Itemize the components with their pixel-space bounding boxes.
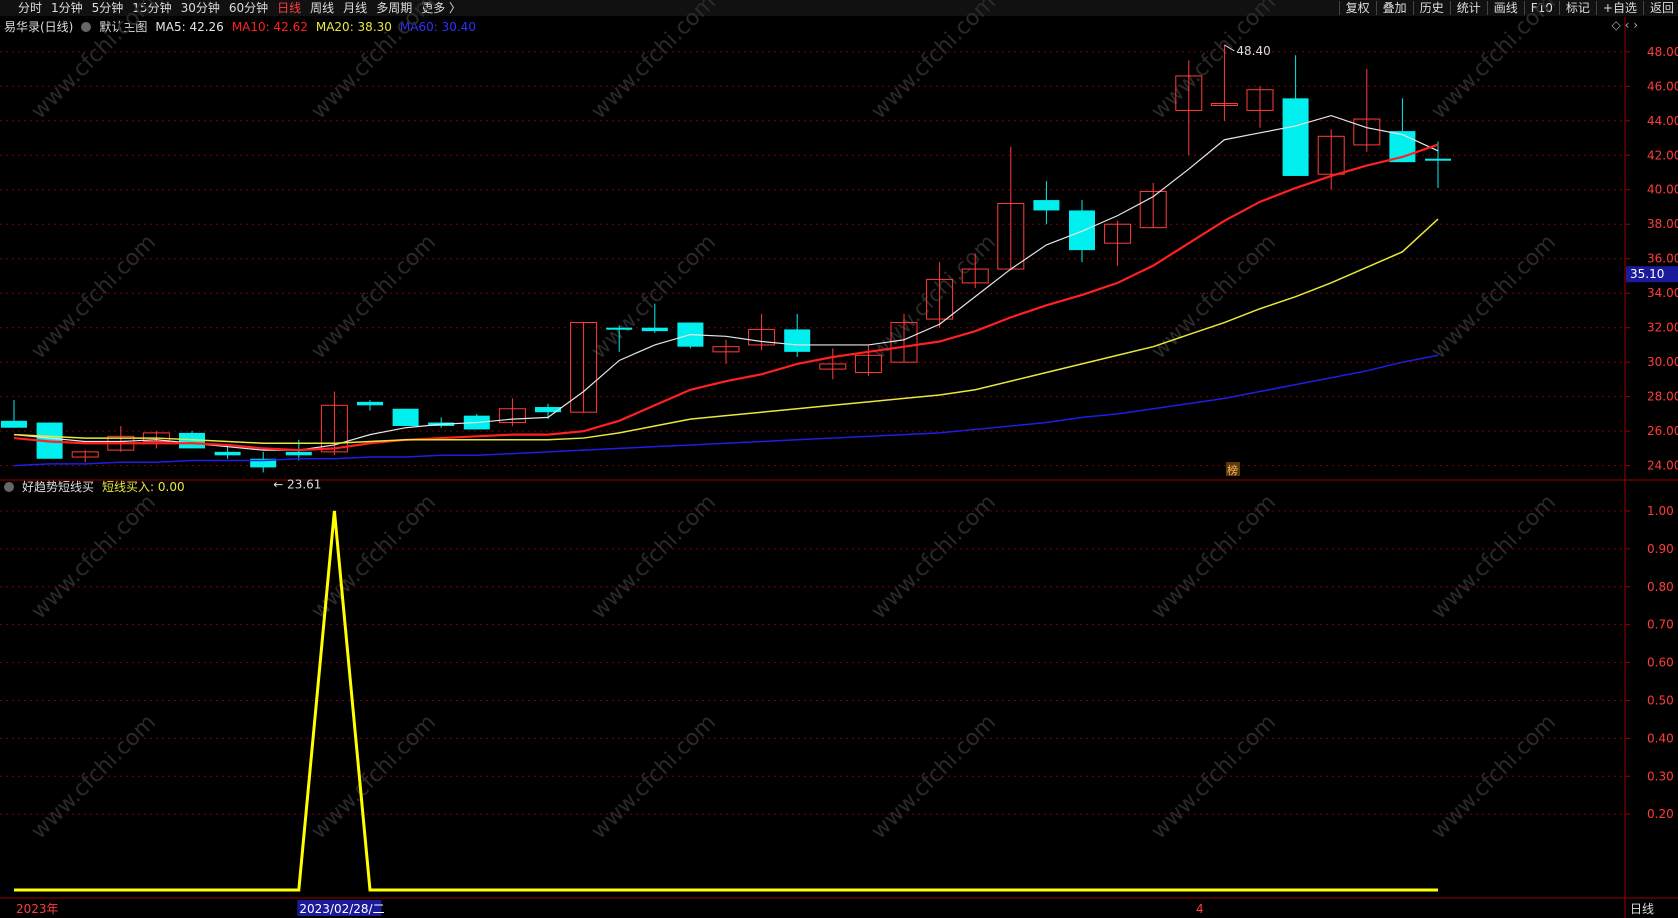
watermark-text: www.cfchi.com [1147,710,1281,844]
price-tick-label: 48.00 [1647,45,1678,59]
indicator-tick-label: 0.50 [1647,693,1674,707]
price-tick-label: 30.00 [1647,355,1678,369]
candle-body [1069,210,1095,251]
candle-body [392,408,419,426]
indicator-tick-label: 0.90 [1647,542,1674,556]
date-month-label: 4 [1196,902,1204,916]
date-year-label: 2023年 [16,902,59,916]
watermark-text: www.cfchi.com [307,0,441,124]
price-tick-label: 38.00 [1647,217,1678,231]
watermark-text: www.cfchi.com [27,490,161,624]
candle-body [357,401,383,406]
watermark-text: www.cfchi.com [1147,490,1281,624]
price-tick-label: 24.00 [1647,459,1678,473]
watermark-text: www.cfchi.com [27,230,161,364]
indicator-tick-label: 0.80 [1647,580,1674,594]
candle-body [641,327,668,332]
candle-body [1033,200,1060,211]
indicator-tick-label: 0.30 [1647,769,1674,783]
watermark-text: www.cfchi.com [867,230,1001,364]
watermark-text: www.cfchi.com [867,710,1001,844]
watermark-text: www.cfchi.com [27,0,161,124]
price-tick-label: 46.00 [1647,79,1678,93]
indicator-tick-label: 0.60 [1647,656,1674,670]
candle-body [784,329,811,352]
price-tick-label: 44.00 [1647,114,1678,128]
candle-body [1425,158,1451,161]
watermark-text: www.cfchi.com [867,490,1001,624]
indicator-tick-label: 0.20 [1647,807,1674,821]
watermark-text: www.cfchi.com [587,0,721,124]
price-tick-label: 32.00 [1647,321,1678,335]
candle-body [1,420,27,428]
watermark-text: www.cfchi.com [27,710,161,844]
price-tick-label: 28.00 [1647,390,1678,404]
watermark-text: www.cfchi.com [587,710,721,844]
watermark-text: www.cfchi.com [307,230,441,364]
selected-date-label: 2023/02/28/二 [299,902,384,916]
candle-body [214,451,241,456]
watermark-text: www.cfchi.com [307,710,441,844]
current-price-label: 35.10 [1630,267,1664,281]
price-tick-label: 26.00 [1647,424,1678,438]
indicator-tick-label: 1.00 [1647,504,1674,518]
watermark-text: www.cfchi.com [587,490,721,624]
watermark-text: www.cfchi.com [1427,230,1561,364]
watermark-text: www.cfchi.com [1427,490,1561,624]
candle-body [606,327,633,330]
price-tick-label: 40.00 [1647,183,1678,197]
price-tick-label: 42.00 [1647,148,1678,162]
watermark-text: www.cfchi.com [1427,0,1561,124]
candle-body [285,451,312,456]
high-marker-label: 48.40 [1236,44,1270,58]
price-tick-label: 34.00 [1647,286,1678,300]
watermark-text: www.cfchi.com [867,0,1001,124]
bottom-period-button[interactable]: 日线 [1630,900,1654,917]
watermark-text: www.cfchi.com [1427,710,1561,844]
event-marker-label: 榜 [1227,463,1238,477]
indicator-tick-label: 0.40 [1647,731,1674,745]
indicator-tick-label: 0.70 [1647,618,1674,632]
low-marker-label: ← 23.61 [273,477,321,491]
candle-body [1282,98,1309,176]
watermark-text: www.cfchi.com [1147,230,1281,364]
kline-chart[interactable]: www.cfchi.com www.cfchi.com www.cfchi.com w… [0,0,1678,918]
ma-line-ma20 [13,218,1439,444]
price-tick-label: 36.00 [1647,252,1678,266]
